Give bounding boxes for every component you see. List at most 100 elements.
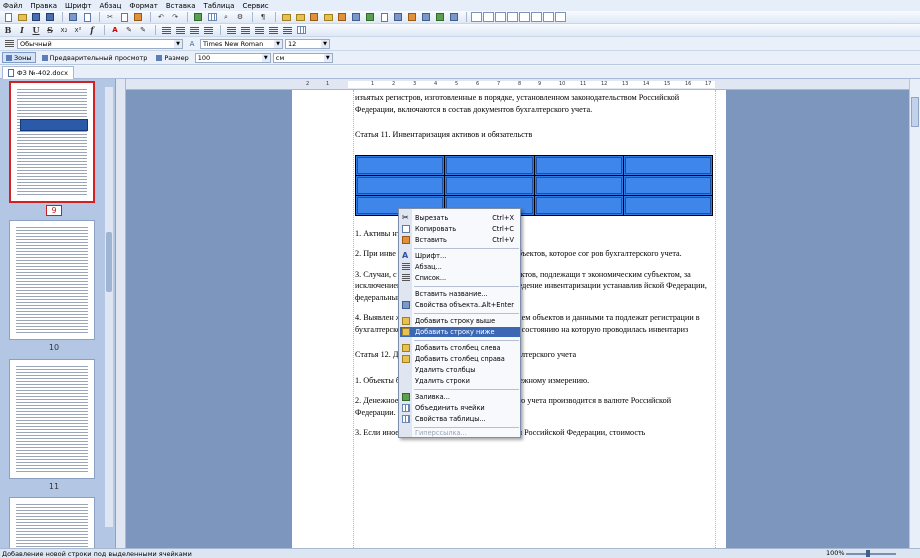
find-icon[interactable] bbox=[420, 12, 432, 23]
superscript-button[interactable]: x² bbox=[72, 25, 84, 36]
menu-item-add-column-right[interactable]: Добавить столбец справа bbox=[400, 354, 520, 364]
chevron-down-icon[interactable]: ▼ bbox=[321, 39, 329, 48]
table-cell[interactable] bbox=[622, 154, 714, 176]
copy-icon[interactable] bbox=[118, 12, 130, 23]
unit-combo[interactable]: см ▼ bbox=[272, 52, 333, 63]
menu-item-add-row-below[interactable]: Добавить строку ниже bbox=[400, 327, 520, 337]
redo-icon[interactable]: ↷ bbox=[169, 12, 181, 23]
table-cell[interactable] bbox=[533, 154, 624, 176]
save-as-icon[interactable] bbox=[44, 12, 56, 23]
selected-table[interactable] bbox=[354, 154, 714, 216]
page-thumbnail[interactable] bbox=[9, 220, 95, 340]
menu-service[interactable]: Сервис bbox=[242, 2, 268, 10]
thumbnails-scrollbar[interactable] bbox=[105, 87, 113, 527]
menu-format[interactable]: Формат bbox=[129, 2, 157, 10]
options-icon[interactable]: ⚙ bbox=[234, 12, 246, 23]
chevron-down-icon[interactable]: ▼ bbox=[274, 39, 282, 48]
size-button[interactable]: Размер bbox=[153, 52, 191, 63]
print-icon[interactable] bbox=[67, 12, 79, 23]
layout-box-icon[interactable] bbox=[531, 12, 542, 22]
chevron-down-icon[interactable]: ▼ bbox=[323, 53, 332, 62]
paste-icon[interactable] bbox=[132, 12, 144, 23]
zoom-slider[interactable] bbox=[846, 553, 896, 555]
table-cell[interactable] bbox=[444, 174, 535, 196]
font-size-combo[interactable]: 12 ▼ bbox=[285, 38, 330, 49]
menu-table[interactable]: Таблица bbox=[204, 2, 235, 10]
menu-item-paragraph[interactable]: Абзац... bbox=[400, 262, 520, 272]
borders-icon[interactable] bbox=[295, 25, 307, 36]
word-count-icon[interactable] bbox=[448, 12, 460, 23]
style-combo[interactable]: Обычный ▼ bbox=[17, 38, 183, 49]
scrollbar-thumb[interactable] bbox=[106, 232, 112, 292]
open-folder-icon[interactable] bbox=[16, 12, 28, 23]
page-thumbnail[interactable] bbox=[9, 497, 95, 548]
formula-button[interactable]: f bbox=[86, 25, 98, 36]
chevron-down-icon[interactable]: ▼ bbox=[261, 53, 270, 62]
menu-item-insert-caption[interactable]: Вставить название... bbox=[400, 289, 520, 299]
font-combo[interactable]: Times New Roman ▼ bbox=[200, 38, 283, 49]
layout-box-icon[interactable] bbox=[555, 12, 566, 22]
align-justify-icon[interactable] bbox=[202, 25, 214, 36]
underline-button[interactable]: U bbox=[30, 25, 42, 36]
subscript-button[interactable]: x₂ bbox=[58, 25, 70, 36]
page-thumbnail[interactable] bbox=[9, 359, 95, 479]
menu-item-object-properties[interactable]: Свойства объекта... Alt+Enter bbox=[400, 300, 520, 310]
borders-toggle-button[interactable]: Зоны bbox=[2, 52, 36, 63]
table-cell[interactable] bbox=[533, 194, 624, 216]
menu-file[interactable]: Файл bbox=[3, 2, 22, 10]
menu-item-hyperlink[interactable]: Гиперссылка... bbox=[400, 428, 520, 438]
bullets-icon[interactable] bbox=[225, 25, 237, 36]
table-cell[interactable] bbox=[354, 174, 446, 196]
text-color-icon[interactable]: A bbox=[109, 25, 121, 36]
menu-item-font[interactable]: A Шрифт... bbox=[400, 251, 520, 261]
layout-box-icon[interactable] bbox=[471, 12, 482, 22]
bookmark-icon[interactable] bbox=[336, 12, 348, 23]
zoom-slider-knob[interactable] bbox=[866, 550, 870, 557]
align-right-icon[interactable] bbox=[188, 25, 200, 36]
new-document-icon[interactable] bbox=[2, 12, 14, 23]
pilcrow-icon[interactable]: ¶ bbox=[257, 12, 269, 23]
page-setup-icon[interactable] bbox=[280, 12, 292, 23]
menu-item-add-column-left[interactable]: Добавить столбец слева bbox=[400, 343, 520, 353]
save-icon[interactable] bbox=[30, 12, 42, 23]
menu-item-copy[interactable]: Копировать Ctrl+C bbox=[400, 224, 520, 234]
page-thumbnail[interactable] bbox=[9, 81, 95, 203]
chevron-down-icon[interactable]: ▼ bbox=[174, 39, 182, 48]
comment-icon[interactable] bbox=[392, 12, 404, 23]
menu-item-cut[interactable]: ✂ Вырезать Ctrl+X bbox=[400, 213, 520, 223]
insert-symbol-icon[interactable] bbox=[364, 12, 376, 23]
align-center-icon[interactable] bbox=[174, 25, 186, 36]
insert-table-icon[interactable] bbox=[206, 12, 218, 23]
layout-box-icon[interactable] bbox=[519, 12, 530, 22]
cut-icon[interactable]: ✂ bbox=[104, 12, 116, 23]
menu-item-list[interactable]: Список... bbox=[400, 273, 520, 283]
strikethrough-button[interactable]: S bbox=[44, 25, 56, 36]
table-cell[interactable] bbox=[622, 174, 714, 196]
menu-item-delete-columns[interactable]: Удалить столбцы bbox=[400, 365, 520, 375]
layout-box-icon[interactable] bbox=[495, 12, 506, 22]
spellcheck-icon[interactable] bbox=[434, 12, 446, 23]
highlight-icon[interactable]: ✎ bbox=[123, 25, 135, 36]
hyperlink-icon[interactable] bbox=[350, 12, 362, 23]
columns-icon[interactable] bbox=[322, 12, 334, 23]
document-tab[interactable]: ФЗ №-402.docx bbox=[2, 65, 74, 79]
track-changes-icon[interactable] bbox=[406, 12, 418, 23]
table-cell[interactable] bbox=[622, 194, 714, 216]
line-spacing-icon[interactable] bbox=[281, 25, 293, 36]
scrollbar-thumb[interactable] bbox=[911, 97, 919, 127]
numbering-icon[interactable] bbox=[239, 25, 251, 36]
footer-icon[interactable] bbox=[308, 12, 320, 23]
menu-item-paste[interactable]: Вставить Ctrl+V bbox=[400, 235, 520, 245]
table-cell[interactable] bbox=[444, 154, 535, 176]
menu-paragraph[interactable]: Абзац bbox=[100, 2, 122, 10]
menu-item-delete-rows[interactable]: Удалить строки bbox=[400, 376, 520, 386]
menu-item-table-properties[interactable]: Свойства таблицы... bbox=[400, 414, 520, 424]
menu-item-fill[interactable]: Заливка... bbox=[400, 392, 520, 402]
zoom-icon[interactable]: ⌕ bbox=[220, 12, 232, 23]
menu-insert[interactable]: Вставка bbox=[166, 2, 196, 10]
page-break-icon[interactable] bbox=[378, 12, 390, 23]
menu-font[interactable]: Шрифт bbox=[65, 2, 92, 10]
menu-item-add-row-above[interactable]: Добавить строку выше bbox=[400, 316, 520, 326]
increase-indent-icon[interactable] bbox=[267, 25, 279, 36]
insert-picture-icon[interactable] bbox=[192, 12, 204, 23]
